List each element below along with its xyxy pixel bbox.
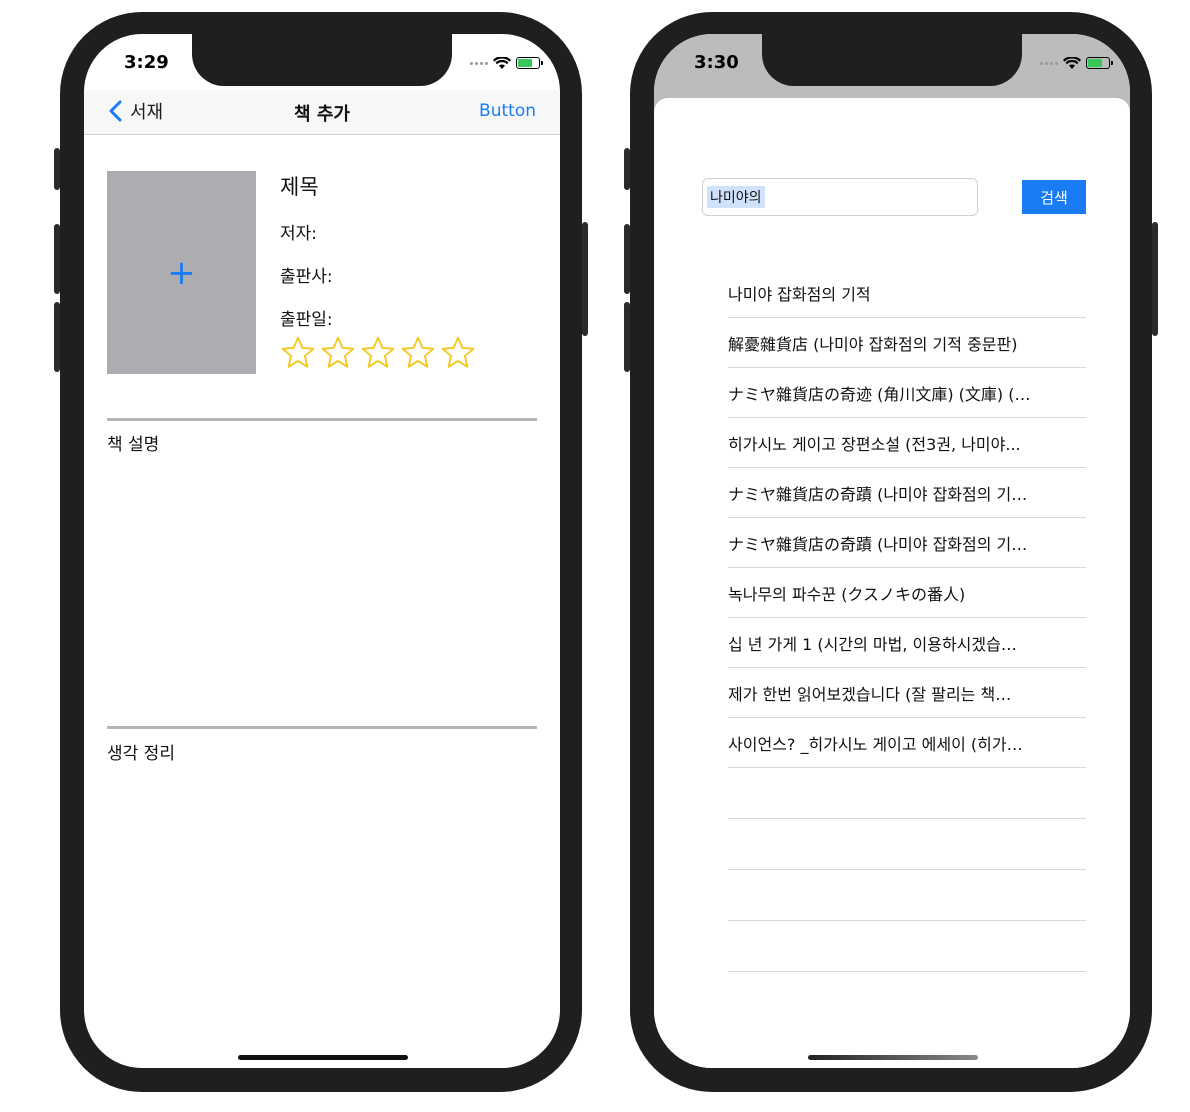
divider (107, 726, 537, 729)
star-icon[interactable] (440, 335, 476, 371)
status-icons (470, 55, 543, 71)
list-item[interactable]: 십 년 가게 1 (시간의 마법, 이용하시겠습… (728, 618, 1086, 668)
empty-row (728, 819, 1086, 870)
search-input-value: 나미야의 (707, 186, 765, 208)
search-button[interactable]: 검색 (1022, 180, 1086, 214)
list-item[interactable]: ナミヤ雜貨店の奇蹟 (나미야 잡화점의 기… (728, 518, 1086, 568)
list-item-title: 히가시노 게이고 장편소설 (전3권, 나미야... (728, 434, 1021, 454)
list-item[interactable]: 나미야 잡화점의 기적 (728, 268, 1086, 318)
empty-row (728, 921, 1086, 972)
screen-search-book: 3:30 나미야의 검색 나미야 잡화점의 기적 解憂雜貨店 (나미야 잡화점의 … (654, 34, 1130, 1068)
battery-icon (1086, 57, 1113, 69)
list-item[interactable]: 解憂雜貨店 (나미야 잡화점의 기적 중문판) (728, 318, 1086, 368)
publisher-label: 출판사: (280, 267, 333, 287)
power-button (1152, 222, 1158, 336)
empty-row (728, 870, 1086, 921)
volume-up-button (624, 224, 630, 294)
divider (107, 418, 537, 421)
list-item[interactable]: 사이언스? _히가시노 게이고 에세이 (히가… (728, 718, 1086, 768)
signal-icon (1040, 61, 1058, 65)
search-input[interactable]: 나미야의 (702, 178, 978, 216)
status-time: 3:30 (694, 52, 739, 73)
publish-date-label: 출판일: (280, 310, 333, 330)
mute-switch (624, 148, 630, 190)
description-label: 책 설명 (107, 435, 160, 455)
plus-icon: + (167, 252, 196, 293)
star-icon[interactable] (400, 335, 436, 371)
list-item[interactable]: 제가 한번 읽어보겠습니다 (잘 팔리는 책… (728, 668, 1086, 718)
list-item[interactable]: 녹나무의 파수꾼 (クスノキの番人) (728, 568, 1086, 618)
list-item-title: 십 년 가게 1 (시간의 마법, 이용하시겠습… (728, 634, 1017, 654)
list-item[interactable]: ナミヤ雜貨店の奇蹟 (나미야 잡화점의 기… (728, 468, 1086, 518)
signal-icon (470, 61, 488, 65)
star-icon[interactable] (360, 335, 396, 371)
empty-row (728, 768, 1086, 819)
battery-icon (516, 57, 543, 69)
list-item[interactable]: ナミヤ雜貨店の奇迹 (角川文庫) (文庫) (… (728, 368, 1086, 418)
nav-right-button[interactable]: Button (479, 101, 536, 121)
volume-down-button (624, 302, 630, 372)
navigation-bar: 서재 책 추가 Button (84, 90, 560, 135)
notch (192, 34, 452, 86)
volume-up-button (54, 224, 60, 294)
list-item-title: 나미야 잡화점의 기적 (728, 284, 871, 304)
star-icon[interactable] (280, 335, 316, 371)
wifi-icon (1063, 56, 1081, 69)
home-indicator[interactable] (238, 1055, 408, 1060)
list-item[interactable]: 히가시노 게이고 장편소설 (전3권, 나미야... (728, 418, 1086, 468)
search-results-list: 나미야 잡화점의 기적 解憂雜貨店 (나미야 잡화점의 기적 중문판) ナミヤ雜貨店… (728, 268, 1086, 972)
list-item-title: 제가 한번 읽어보겠습니다 (잘 팔리는 책… (728, 684, 1012, 704)
list-item-title: 사이언스? _히가시노 게이고 에세이 (히가… (728, 734, 1023, 754)
list-item-title: ナミヤ雜貨店の奇蹟 (나미야 잡화점의 기… (728, 534, 1028, 554)
notch (762, 34, 1022, 86)
add-cover-button[interactable]: + (107, 171, 256, 374)
wifi-icon (493, 56, 511, 69)
book-info: 제목 저자: 출판사: 출판일: (280, 171, 333, 330)
list-item-title: 解憂雜貨店 (나미야 잡화점의 기적 중문판) (728, 334, 1018, 354)
phone-left: 3:29 서재 책 추가 Button + 제목 저자: 출판사: 출판일: 책… (54, 12, 588, 1092)
book-title-label: 제목 (280, 175, 319, 199)
list-item-title: ナミヤ雜貨店の奇蹟 (나미야 잡화점의 기… (728, 484, 1028, 504)
volume-down-button (54, 302, 60, 372)
star-rating (280, 335, 476, 371)
star-icon[interactable] (320, 335, 356, 371)
status-time: 3:29 (124, 52, 169, 73)
status-icons (1040, 55, 1113, 71)
phone-right: 3:30 나미야의 검색 나미야 잡화점의 기적 解憂雜貨店 (나미야 잡화점의 … (624, 12, 1158, 1092)
thoughts-label: 생각 정리 (107, 744, 175, 764)
list-item-title: ナミヤ雜貨店の奇迹 (角川文庫) (文庫) (… (728, 384, 1031, 404)
power-button (582, 222, 588, 336)
home-indicator[interactable] (808, 1055, 978, 1060)
mute-switch (54, 148, 60, 190)
list-item-title: 녹나무의 파수꾼 (クスノキの番人) (728, 584, 966, 604)
screen-add-book: 3:29 서재 책 추가 Button + 제목 저자: 출판사: 출판일: 책… (84, 34, 560, 1068)
author-label: 저자: (280, 224, 318, 244)
